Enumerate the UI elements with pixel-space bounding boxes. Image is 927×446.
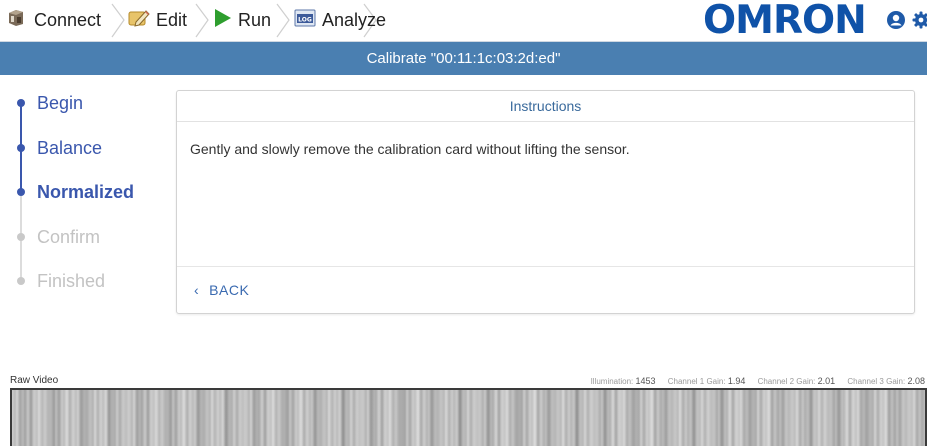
nav-analyze[interactable]: LOG Analyze xyxy=(294,0,386,41)
channel-2-gain-value: 2.01 xyxy=(817,376,836,386)
step-label: Begin xyxy=(37,92,84,113)
step-dot xyxy=(17,144,25,152)
edit-pencil-icon xyxy=(128,8,150,33)
channel-2-gain-label: Channel 2 Gain: xyxy=(757,377,816,386)
nav-analyze-label: Analyze xyxy=(322,10,387,30)
step-dot xyxy=(17,233,25,241)
channel-1-gain-value: 1.94 xyxy=(727,376,746,386)
nav-connect-label: Connect xyxy=(34,10,102,30)
step-begin[interactable]: Begin xyxy=(16,88,83,118)
nav-edit-label: Edit xyxy=(156,10,188,30)
step-label: Normalized xyxy=(37,181,135,202)
step-confirm: Confirm xyxy=(16,222,100,252)
video-stats: Illumination: 1453 Channel 1 Gain: 1.94 … xyxy=(591,376,925,386)
raw-video-label: Raw Video xyxy=(10,375,59,386)
channel-3-gain-label: Channel 3 Gain: xyxy=(847,377,906,386)
step-label: Balance xyxy=(37,137,103,158)
raw-video-stream xyxy=(10,388,927,446)
instructions-heading: Instructions xyxy=(177,91,914,122)
step-dot xyxy=(17,99,25,107)
svg-text:LOG: LOG xyxy=(298,17,312,24)
top-toolbar: Connect Edit Run LOG Analyze OMRON xyxy=(0,0,927,41)
channel-1-gain-label: Channel 1 Gain: xyxy=(667,377,726,386)
log-icon: LOG xyxy=(294,8,316,33)
illumination-value: 1453 xyxy=(635,376,656,386)
nav-run[interactable]: Run xyxy=(214,0,271,41)
connect-device-icon xyxy=(6,7,28,34)
step-normalized[interactable]: Normalized xyxy=(16,177,134,207)
nav-connect[interactable]: Connect xyxy=(6,0,101,41)
user-icon[interactable] xyxy=(886,10,906,35)
step-balance[interactable]: Balance xyxy=(16,133,102,163)
step-dot xyxy=(17,188,25,196)
nav-edit[interactable]: Edit xyxy=(128,0,187,41)
play-icon xyxy=(214,8,232,33)
step-label: Finished xyxy=(37,270,106,291)
back-button-label: BACK xyxy=(209,282,250,298)
step-finished: Finished xyxy=(16,266,105,296)
nav-run-label: Run xyxy=(238,10,272,30)
panel-footer: ‹ BACK xyxy=(177,267,914,313)
back-button[interactable]: ‹ BACK xyxy=(194,282,249,298)
step-label: Confirm xyxy=(37,226,101,247)
page-title: Calibrate "00:11:1c:03:2d:ed" xyxy=(0,41,927,75)
instructions-panel: Instructions Gently and slowly remove th… xyxy=(176,90,915,314)
channel-3-gain-value: 2.08 xyxy=(907,376,925,386)
illumination-label: Illumination: xyxy=(590,377,634,386)
gear-icon[interactable] xyxy=(911,10,927,35)
omron-logo: OMRON xyxy=(703,0,867,43)
instructions-message: Gently and slowly remove the calibration… xyxy=(177,122,914,267)
step-dot xyxy=(17,277,25,285)
calibration-steps: Begin Balance Normalized Confirm Finishe… xyxy=(0,75,170,315)
chevron-left-icon: ‹ xyxy=(194,282,200,298)
